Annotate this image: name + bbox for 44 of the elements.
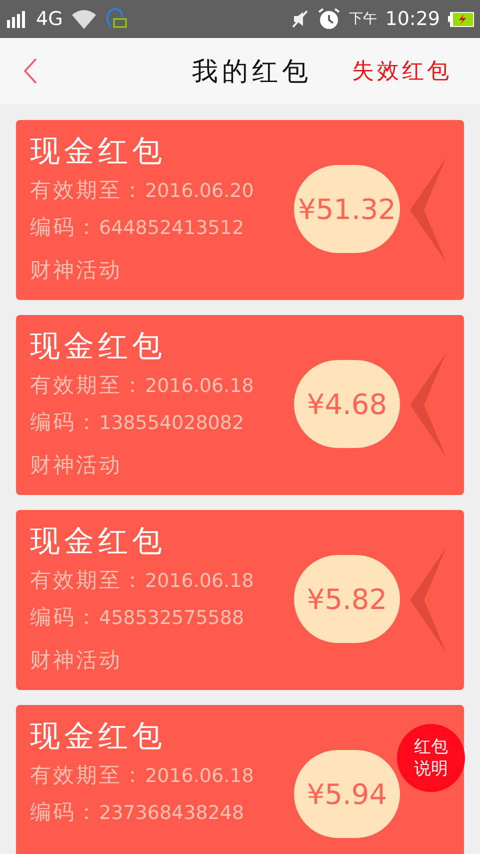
expiry-label: 有效期至： xyxy=(30,177,145,204)
expired-envelopes-link[interactable]: 失效红包 xyxy=(352,56,452,86)
alarm-icon xyxy=(317,7,342,31)
card-title: 现金红包 xyxy=(30,523,167,561)
code-label: 编码： xyxy=(30,799,99,826)
code-value: 138554028082 xyxy=(99,411,244,436)
mute-icon xyxy=(291,9,310,29)
code-label: 编码： xyxy=(30,409,99,436)
wifi-icon xyxy=(70,8,97,30)
amount-badge: ¥5.94 xyxy=(294,750,400,838)
expiry-date: 2016.06.18 xyxy=(145,374,254,399)
code-value: 458532575588 xyxy=(99,606,244,631)
clock-time: 10:29 xyxy=(385,8,440,30)
card-title: 现金红包 xyxy=(30,133,167,171)
amount-badge: ¥5.82 xyxy=(294,555,400,643)
expiry-date: 2016.06.18 xyxy=(145,569,254,594)
code-label: 编码： xyxy=(30,604,99,631)
code-label: 编码： xyxy=(30,214,99,241)
battery-charging-icon xyxy=(448,11,474,27)
expiry-date: 2016.06.18 xyxy=(145,764,254,789)
source-text: 财神活动 xyxy=(30,647,123,674)
page-title: 我的红包 xyxy=(192,56,312,88)
envelope-card[interactable]: 现金红包 有效期至：2016.06.18 编码：458532575588 财神活动 ¥5.82 xyxy=(16,510,464,690)
chevron-icon xyxy=(410,353,446,457)
chevron-icon xyxy=(410,158,446,262)
chat-notification-icon xyxy=(104,7,127,31)
signal-icon xyxy=(6,10,28,28)
envelope-card[interactable]: 现金红包 有效期至：2016.06.20 编码：644852413512 财神活动 ¥51.32 xyxy=(16,120,464,300)
source-text: 财神活动 xyxy=(30,257,123,284)
amount-badge: ¥51.32 xyxy=(294,165,400,253)
chevron-icon xyxy=(410,548,446,652)
card-title: 现金红包 xyxy=(30,328,167,366)
network-label: 4G xyxy=(36,8,63,30)
time-period: 下午 xyxy=(349,10,378,28)
expiry-label: 有效期至： xyxy=(30,372,145,399)
envelope-card[interactable]: 现金红包 有效期至：2016.06.18 编码：138554028082 财神活动 ¥4.68 xyxy=(16,315,464,495)
amount-badge: ¥4.68 xyxy=(294,360,400,448)
code-value: 644852413512 xyxy=(99,216,244,241)
expiry-label: 有效期至： xyxy=(30,762,145,789)
card-title: 现金红包 xyxy=(30,718,167,756)
source-text: 财神活动 xyxy=(30,452,123,479)
code-value: 237368438248 xyxy=(99,801,244,826)
expiry-date: 2016.06.20 xyxy=(145,179,254,204)
expiry-label: 有效期至： xyxy=(30,567,145,594)
